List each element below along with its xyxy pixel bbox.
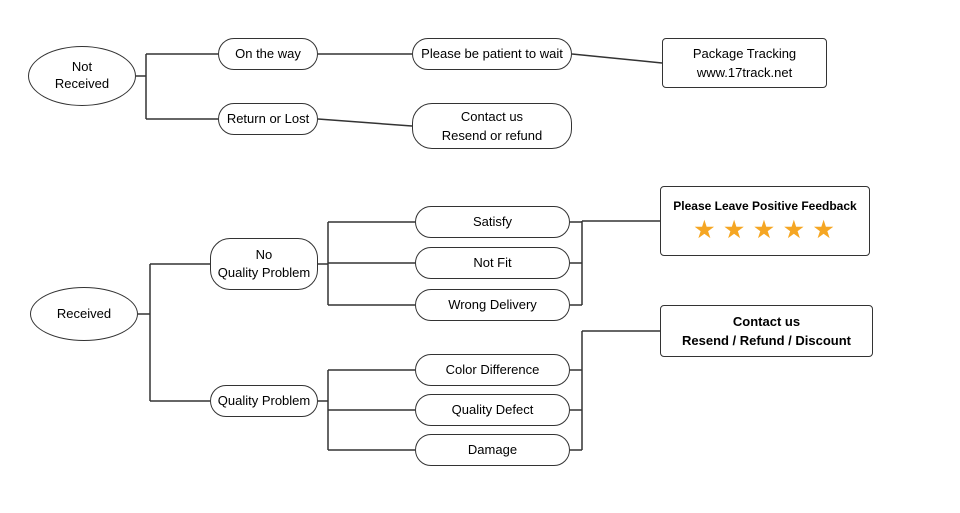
stars-display: ★ ★ ★ ★ ★ <box>694 217 835 243</box>
color-difference-node: Color Difference <box>415 354 570 386</box>
received-node: Received <box>30 287 138 341</box>
damage-node: Damage <box>415 434 570 466</box>
wrong-delivery-node: Wrong Delivery <box>415 289 570 321</box>
contact-resend-refund-node: Contact us Resend or refund <box>412 103 572 149</box>
not-fit-node: Not Fit <box>415 247 570 279</box>
return-or-lost-node: Return or Lost <box>218 103 318 135</box>
package-tracking-node: Package Tracking www.17track.net <box>662 38 827 88</box>
feedback-box: Please Leave Positive Feedback ★ ★ ★ ★ ★ <box>660 186 870 256</box>
satisfy-node: Satisfy <box>415 206 570 238</box>
be-patient-node: Please be patient to wait <box>412 38 572 70</box>
not-received-node: Not Received <box>28 46 136 106</box>
on-the-way-node: On the way <box>218 38 318 70</box>
feedback-label: Please Leave Positive Feedback <box>673 199 856 213</box>
quality-problem-node: Quality Problem <box>210 385 318 417</box>
quality-defect-node: Quality Defect <box>415 394 570 426</box>
contact-resend-refund-discount-node: Contact us Resend / Refund / Discount <box>660 305 873 357</box>
no-quality-problem-node: No Quality Problem <box>210 238 318 290</box>
